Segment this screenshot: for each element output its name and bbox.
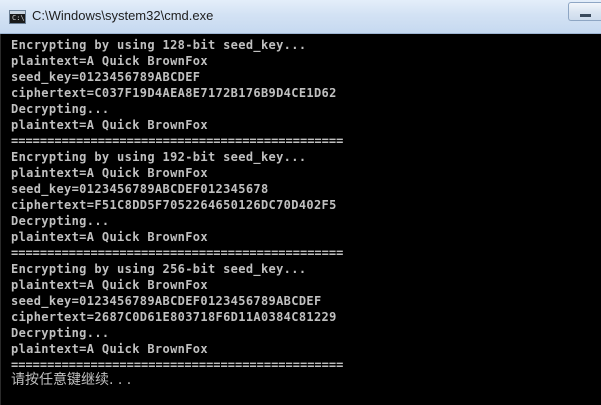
console-line: Decrypting... (11, 326, 110, 340)
minimize-icon (580, 14, 591, 17)
console-line: plaintext=A Quick BrownFox (11, 342, 208, 356)
console-line: seed_key=0123456789ABCDEF (11, 70, 201, 84)
minimize-button[interactable] (568, 2, 601, 21)
console-line: plaintext=A Quick BrownFox (11, 230, 208, 244)
console-line: Encrypting by using 256-bit seed_key... (11, 262, 307, 276)
console-separator: ========================================… (11, 246, 344, 260)
console-line: plaintext=A Quick BrownFox (11, 54, 208, 68)
press-any-key-prompt: 请按任意键继续. . . (11, 372, 132, 388)
console-line: plaintext=A Quick BrownFox (11, 278, 208, 292)
console-line: ciphertext=F51C8DD5F7052264650126DC70D40… (11, 198, 337, 212)
console-output-area[interactable]: Encrypting by using 128-bit seed_key... … (0, 34, 601, 405)
console-line: ciphertext=2687C0D61E803718F6D11A0384C81… (11, 310, 337, 324)
console-line: Decrypting... (11, 214, 110, 228)
cmd-icon[interactable]: C:\ (9, 10, 26, 24)
cmd-icon-glyph: C:\ (12, 14, 25, 22)
window-title: C:\Windows\system32\cmd.exe (32, 8, 214, 23)
console-line: ciphertext=C037F19D4AEA8E7172B176B9D4CE1… (11, 86, 337, 100)
console-line: seed_key=0123456789ABCDEF0123456789ABCDE… (11, 294, 322, 308)
console-line: Encrypting by using 192-bit seed_key... (11, 150, 307, 164)
title-bar[interactable]: C:\ C:\Windows\system32\cmd.exe (0, 0, 601, 34)
cmd-window: C:\ C:\Windows\system32\cmd.exe Encrypti… (0, 0, 601, 405)
console-separator: ========================================… (11, 134, 344, 148)
console-line: Encrypting by using 128-bit seed_key... (11, 38, 307, 52)
console-line: Decrypting... (11, 102, 110, 116)
console-line: seed_key=0123456789ABCDEF012345678 (11, 182, 269, 196)
console-line: plaintext=A Quick BrownFox (11, 166, 208, 180)
console-line: plaintext=A Quick BrownFox (11, 118, 208, 132)
console-lines: Encrypting by using 128-bit seed_key... … (11, 37, 596, 373)
